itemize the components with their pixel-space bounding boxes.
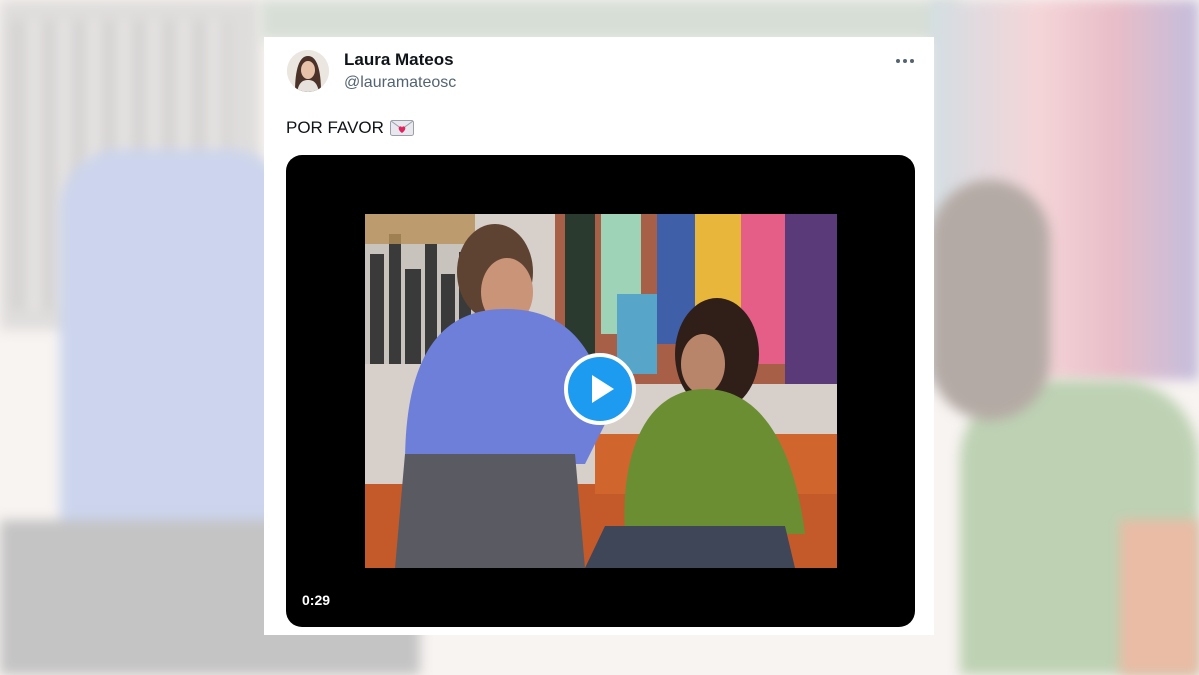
love-letter-icon bbox=[389, 120, 414, 136]
author-handle[interactable]: @lauramateosc bbox=[344, 74, 456, 92]
video-duration: 0:29 bbox=[302, 592, 331, 608]
tweet-text: POR FAVOR bbox=[286, 118, 414, 138]
tweet-card: Laura Mateos @lauramateosc POR FAVOR 0:2… bbox=[264, 37, 934, 635]
video-player[interactable]: 0:29 bbox=[286, 155, 915, 627]
more-options-icon[interactable] bbox=[892, 49, 918, 73]
play-icon[interactable] bbox=[564, 353, 636, 425]
author-name[interactable]: Laura Mateos bbox=[344, 50, 454, 70]
tweet-text-content: POR FAVOR bbox=[286, 118, 384, 137]
avatar[interactable] bbox=[287, 50, 329, 92]
